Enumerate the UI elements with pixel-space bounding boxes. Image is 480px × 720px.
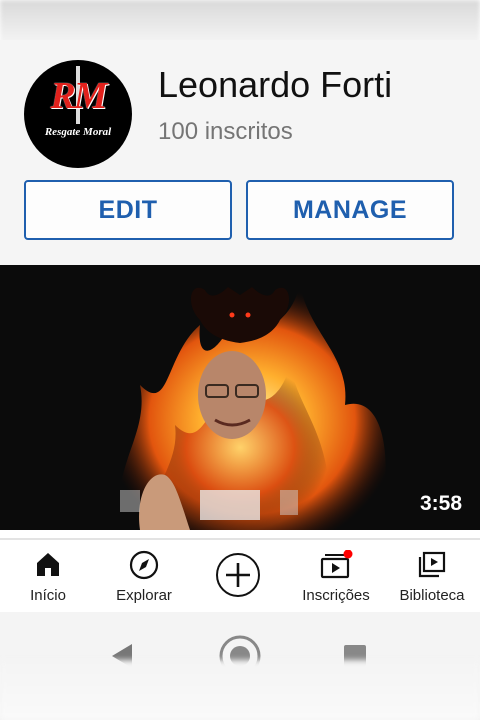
nav-label-library: Biblioteca — [399, 587, 465, 604]
nav-item-home[interactable]: Início — [0, 540, 96, 610]
subscriptions-icon — [319, 549, 353, 585]
nav-label-home: Início — [30, 587, 66, 604]
video-duration: 3:58 — [419, 492, 462, 515]
compass-icon — [129, 550, 159, 585]
edit-button[interactable]: EDIT — [24, 180, 232, 240]
bottom-navigation: Início Explorar Inscrições Biblioteca — [0, 540, 480, 610]
nav-label-subscriptions: Inscrições — [302, 587, 370, 604]
nav-item-subscriptions[interactable]: Inscrições — [288, 540, 384, 610]
logo-monogram: RM — [50, 75, 107, 117]
nav-item-library[interactable]: Biblioteca — [384, 540, 480, 610]
thumbnail-image — [0, 265, 480, 530]
channel-header: RM Resgate Moral Leonardo Forti 100 insc… — [0, 40, 480, 265]
subscriber-count: 100 inscritos — [158, 118, 293, 145]
channel-avatar[interactable]: RM Resgate Moral — [24, 60, 132, 168]
logo-subtitle: Resgate Moral — [44, 126, 112, 138]
library-icon — [417, 550, 447, 585]
manage-button[interactable]: MANAGE — [246, 180, 454, 240]
nav-item-explore[interactable]: Explorar — [96, 540, 192, 610]
video-thumbnail[interactable]: 3:58 — [0, 265, 480, 530]
home-icon — [34, 550, 62, 583]
add-icon[interactable] — [216, 553, 260, 597]
nav-label-explore: Explorar — [116, 587, 172, 604]
channel-name: Leonardo Forti — [158, 64, 393, 105]
bottom-blur — [0, 660, 480, 720]
notification-badge — [343, 549, 353, 559]
